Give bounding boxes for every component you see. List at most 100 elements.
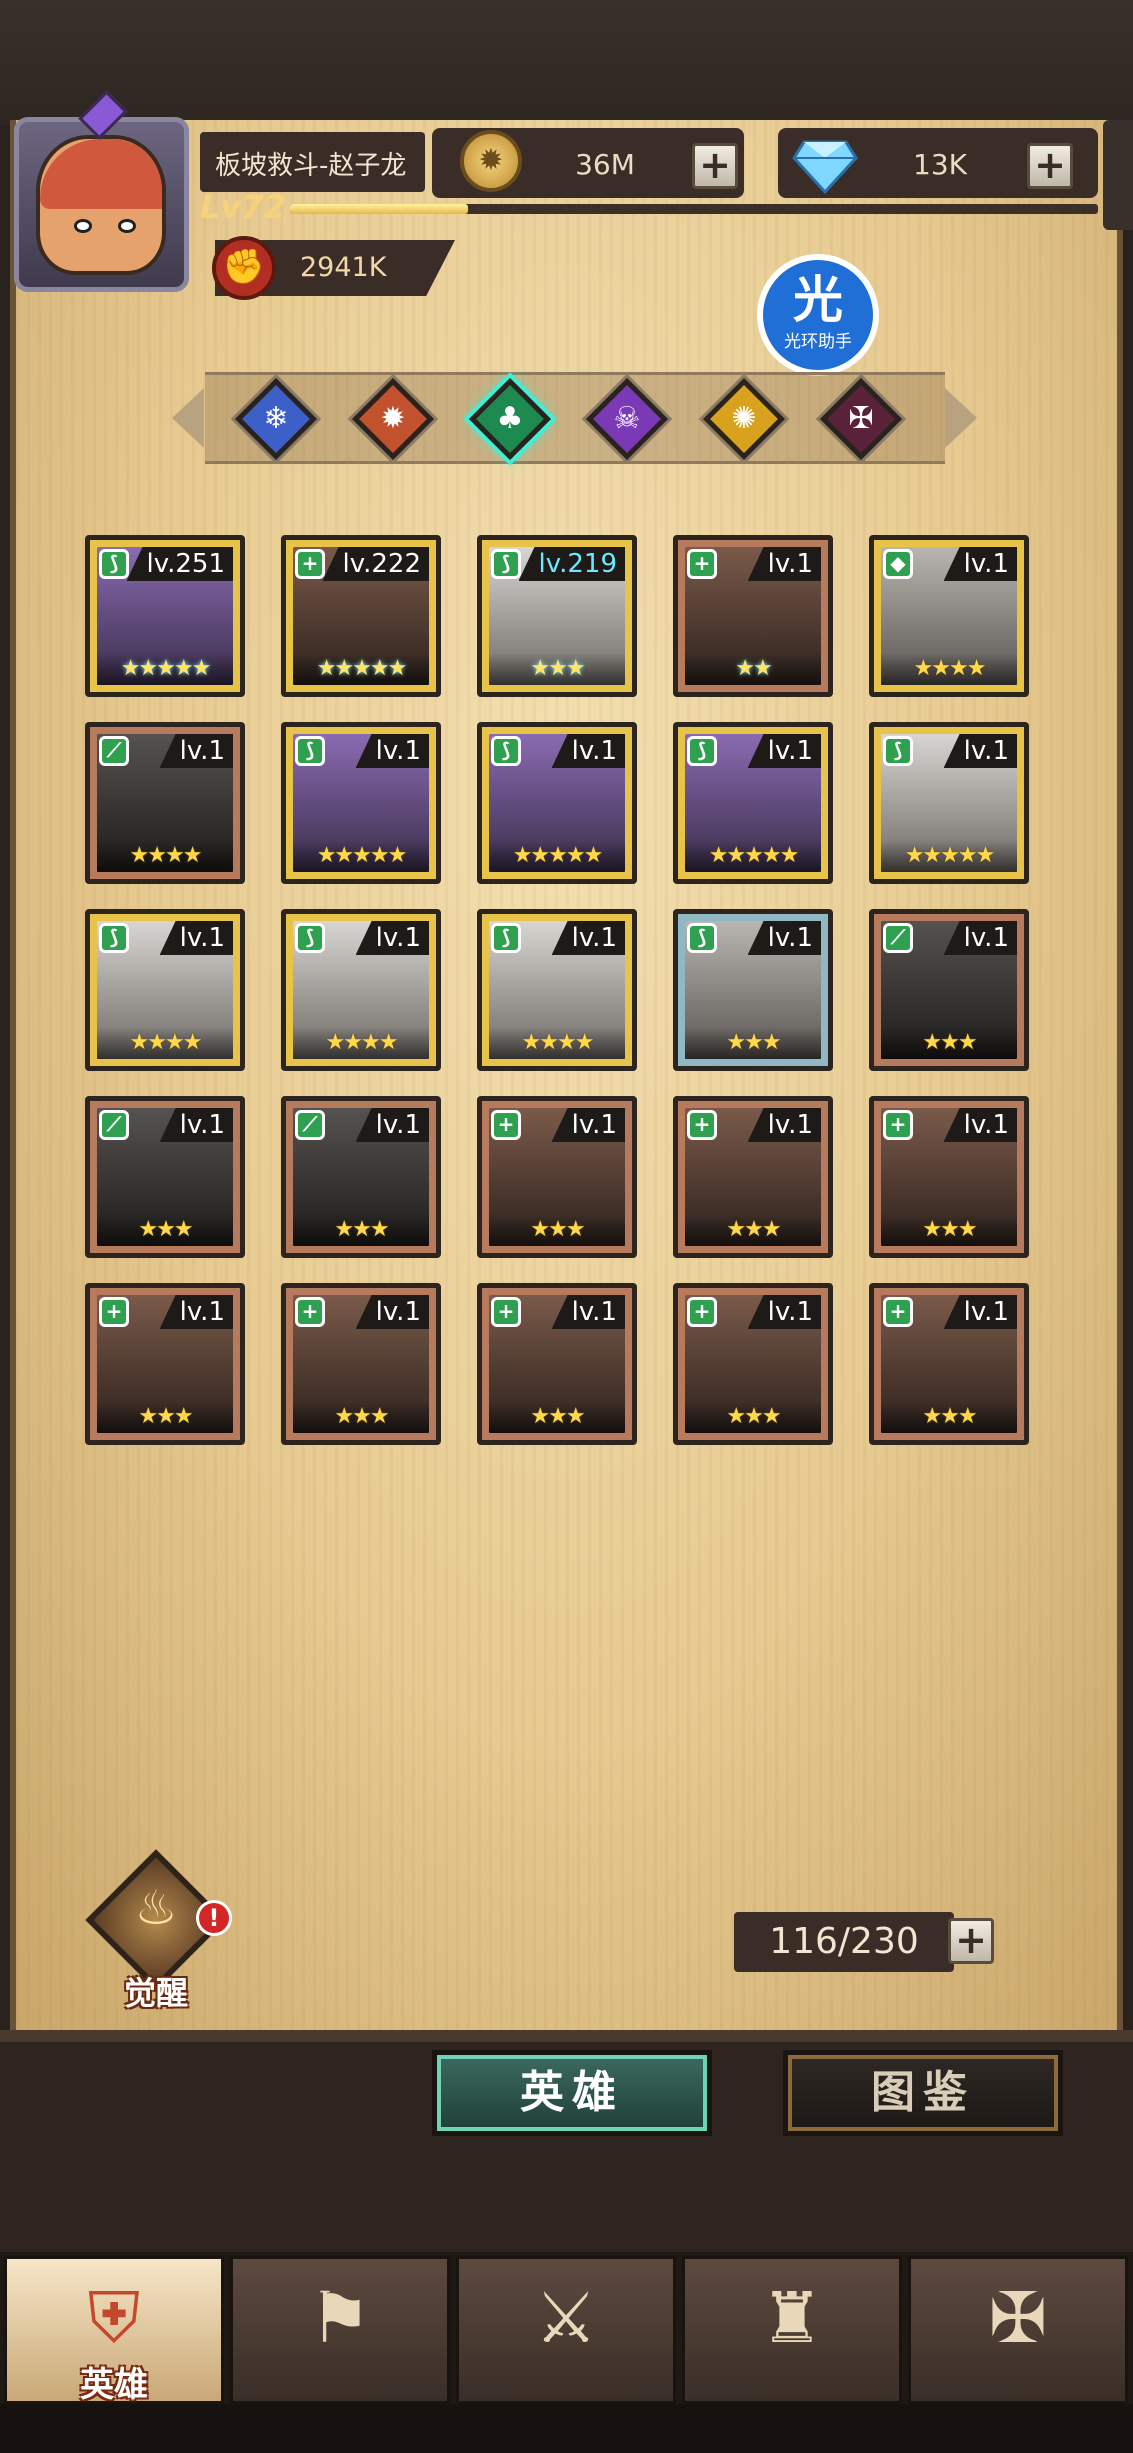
hero-class-icon: ⟆ xyxy=(491,736,521,766)
hero-class-icon: ⟆ xyxy=(687,923,717,953)
hero-card[interactable]: ⟆ lv.1 ★★★★ xyxy=(281,909,441,1071)
hero-level: lv.251 xyxy=(126,547,233,581)
hero-stars: ★★★★★ xyxy=(489,840,625,872)
filter-left-arrow[interactable] xyxy=(172,388,204,448)
nav-campaign[interactable]: ⚑ xyxy=(230,2256,450,2404)
xp-fill xyxy=(290,204,468,214)
hero-card[interactable]: + lv.1 ★★★ xyxy=(673,1283,833,1445)
hero-class-icon: ⟆ xyxy=(295,736,325,766)
hero-card[interactable]: + lv.1 ★★★ xyxy=(477,1096,637,1258)
hero-class-icon: ⟆ xyxy=(687,736,717,766)
hero-class-icon: + xyxy=(491,1110,521,1140)
avatar-eye xyxy=(74,219,92,233)
nav-heroes-label: 英雄 xyxy=(80,2365,148,2405)
nav-guild[interactable]: ✠ xyxy=(908,2256,1128,2404)
add-diamonds-button[interactable]: + xyxy=(1027,143,1073,189)
hero-stars: ★★★ xyxy=(881,1401,1017,1433)
hero-stars: ★★★ xyxy=(685,1214,821,1246)
hero-card[interactable]: + lv.1 ★★★ xyxy=(869,1283,1029,1445)
hero-stars: ★★★★★ xyxy=(97,653,233,685)
nav-battle-icon: ⚔ xyxy=(534,2277,598,2359)
nature-faction-filter[interactable]: ♣ xyxy=(468,377,552,461)
hero-stars: ★★★ xyxy=(489,1214,625,1246)
hero-class-icon: + xyxy=(491,1297,521,1327)
add-gold-button[interactable]: + xyxy=(692,143,738,189)
nav-heroes[interactable]: ⛨ 英雄 xyxy=(4,2256,224,2405)
light-faction-filter[interactable]: ✺ xyxy=(702,377,786,461)
hero-card[interactable]: + lv.1 ★★★ xyxy=(869,1096,1029,1258)
hero-card[interactable]: ⟋ lv.1 ★★★ xyxy=(281,1096,441,1258)
awaken-button[interactable]: ♨ ! 觉醒 xyxy=(85,1849,232,2012)
hero-card[interactable]: + lv.1 ★★★ xyxy=(673,1096,833,1258)
hero-card[interactable]: ⟋ lv.1 ★★★ xyxy=(85,1096,245,1258)
light-faction-icon: ✺ xyxy=(731,401,757,436)
hero-class-icon: ⟆ xyxy=(883,736,913,766)
hero-stars: ★★★★★ xyxy=(881,840,1017,872)
avatar-hair xyxy=(40,139,162,209)
player-level: Lv72 xyxy=(200,188,286,226)
arcane-faction-icon: ☠ xyxy=(613,401,641,436)
hero-screen: { "player": { "name": "板坡救斗-赵子龙", "level… xyxy=(0,0,1133,2453)
hero-stars: ★★★★ xyxy=(97,840,233,872)
hero-card[interactable]: ⟆ lv.1 ★★★★ xyxy=(85,909,245,1071)
hero-stars: ★★★★★ xyxy=(293,840,429,872)
fire-faction-filter[interactable]: ✹ xyxy=(351,377,435,461)
hero-card[interactable]: ⟆ lv.251 ★★★★★ xyxy=(85,535,245,697)
nav-campaign-icon: ⚑ xyxy=(308,2277,372,2359)
nav-battle[interactable]: ⚔ xyxy=(456,2256,676,2404)
hero-card[interactable]: + lv.1 ★★★ xyxy=(85,1283,245,1445)
hero-stars: ★★★★ xyxy=(97,1027,233,1059)
hero-capacity: 116/230 xyxy=(769,1921,919,1962)
tab-heroes[interactable]: 英雄 xyxy=(432,2050,712,2136)
hero-card[interactable]: ⟆ lv.1 ★★★★★ xyxy=(281,722,441,884)
ice-faction-filter[interactable]: ❄ xyxy=(234,377,318,461)
hero-card[interactable]: + lv.1 ★★ xyxy=(673,535,833,697)
hero-stars: ★★★★ xyxy=(293,1027,429,1059)
fist-icon: ✊ xyxy=(212,236,276,300)
hero-stars: ★★★ xyxy=(97,1214,233,1246)
hero-class-icon: ⟆ xyxy=(99,549,129,579)
avatar-face xyxy=(36,135,166,275)
shadow-faction-filter[interactable]: ✠ xyxy=(819,377,903,461)
hero-class-icon: + xyxy=(687,549,717,579)
tab-codex[interactable]: 图鉴 xyxy=(783,2050,1063,2136)
hero-class-icon: ⟋ xyxy=(99,736,129,766)
diamond-icon xyxy=(792,140,858,194)
arcane-faction-filter[interactable]: ☠ xyxy=(585,377,669,461)
avatar-eye xyxy=(118,219,136,233)
expand-capacity-button[interactable]: + xyxy=(948,1918,994,1964)
player-name: 板坡救斗-赵子龙 xyxy=(215,151,407,181)
gold-amount: 36M xyxy=(575,148,635,181)
side-panel-tab[interactable] xyxy=(1103,120,1133,230)
halo-helper-badge[interactable]: 光 光环助手 xyxy=(757,254,879,376)
hero-card[interactable]: + lv.1 ★★★ xyxy=(477,1283,637,1445)
fire-faction-icon: ✹ xyxy=(380,401,406,436)
hero-card[interactable]: + lv.1 ★★★ xyxy=(281,1283,441,1445)
hero-card[interactable]: ⟋ lv.1 ★★★ xyxy=(869,909,1029,1071)
hero-card[interactable]: + lv.222 ★★★★★ xyxy=(281,535,441,697)
hero-stars: ★★★ xyxy=(881,1214,1017,1246)
hero-class-icon: + xyxy=(295,549,325,579)
hero-class-icon: ⟆ xyxy=(295,923,325,953)
nav-bottom-strip xyxy=(0,2404,1133,2453)
hero-card[interactable]: ⟆ lv.1 ★★★★★ xyxy=(869,722,1029,884)
player-avatar[interactable] xyxy=(6,90,196,295)
nav-castle[interactable]: ♜ xyxy=(682,2256,902,2404)
hero-card[interactable]: ⟆ lv.1 ★★★★★ xyxy=(673,722,833,884)
hero-class-icon: + xyxy=(99,1297,129,1327)
hero-card[interactable]: ⟋ lv.1 ★★★★ xyxy=(85,722,245,884)
xp-bar xyxy=(290,204,1098,214)
hero-level: lv.219 xyxy=(518,547,625,581)
hero-card[interactable]: ⟆ lv.1 ★★★★ xyxy=(477,909,637,1071)
hero-class-icon: ⟋ xyxy=(883,923,913,953)
hero-card[interactable]: ⟆ lv.219 ★★★ xyxy=(477,535,637,697)
hero-stars: ★★ xyxy=(685,653,821,685)
hero-card[interactable]: ⟆ lv.1 ★★★★★ xyxy=(477,722,637,884)
hero-class-icon: + xyxy=(883,1297,913,1327)
nature-faction-icon: ♣ xyxy=(496,401,524,436)
hero-card[interactable]: ⟆ lv.1 ★★★ xyxy=(673,909,833,1071)
hero-card[interactable]: ◆ lv.1 ★★★★ xyxy=(869,535,1029,697)
hero-stars: ★★★ xyxy=(685,1027,821,1059)
filter-right-arrow[interactable] xyxy=(945,388,977,448)
hero-stars: ★★★★★ xyxy=(293,653,429,685)
